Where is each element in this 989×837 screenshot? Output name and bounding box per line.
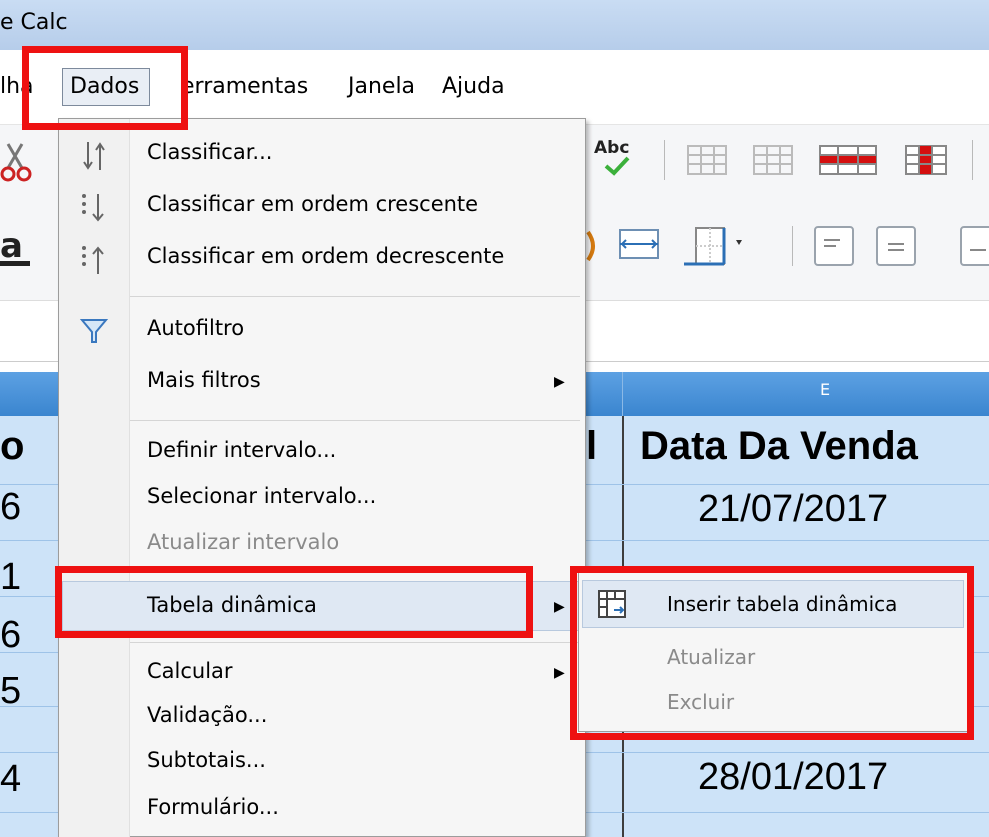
menu-item-calcular[interactable]: Calcular: [147, 659, 233, 683]
cell-left-value[interactable]: 1: [0, 556, 21, 599]
menu-item-validacao[interactable]: Validação...: [147, 703, 267, 727]
menu-janela[interactable]: Janela: [348, 74, 415, 99]
cell-left-value[interactable]: 4: [0, 758, 21, 801]
menu-item-classificar-decrescente[interactable]: Classificar em ordem decrescente: [147, 244, 504, 268]
cell-left-value[interactable]: 6: [0, 614, 21, 657]
menu-item-subtotais[interactable]: Subtotais...: [147, 748, 266, 772]
submenu-arrow-icon: ▶: [554, 374, 565, 390]
insert-rows-icon[interactable]: [686, 140, 730, 180]
column-divider: [622, 372, 623, 416]
annotation-box-submenu: [570, 566, 974, 740]
menu-item-formulario[interactable]: Formulário...: [147, 795, 279, 819]
toolbar-separator: [664, 140, 665, 180]
brush-icon[interactable]: [586, 226, 600, 266]
cell-left-value[interactable]: 6: [0, 486, 21, 529]
title-bar: e Calc: [0, 0, 989, 50]
delete-rows-icon[interactable]: [818, 140, 884, 180]
menu-ajuda[interactable]: Ajuda: [442, 74, 505, 99]
submenu-arrow-icon: ▶: [554, 665, 565, 681]
cell-header-data-da-venda[interactable]: Data Da Venda: [640, 424, 918, 469]
cell-date[interactable]: 21/07/2017: [698, 488, 888, 531]
spellcheck-label: Abc: [594, 138, 630, 158]
cell-partial-sep: l: [586, 424, 598, 468]
insert-columns-icon[interactable]: [752, 140, 796, 180]
menu-item-atualizar-intervalo: Atualizar intervalo: [147, 530, 340, 554]
borders-icon[interactable]: [682, 226, 744, 268]
annotation-box-dados: [22, 46, 188, 130]
toolbar-separator: [972, 140, 973, 180]
annotation-box-tabela-dinamica: [55, 566, 533, 638]
cell-left-value[interactable]: 5: [0, 670, 21, 713]
align-left-icon[interactable]: [814, 226, 854, 266]
filter-icon: [78, 312, 112, 348]
dados-menu: [58, 118, 586, 837]
svg-text:a: a: [0, 226, 23, 266]
menu-item-mais-filtros[interactable]: Mais filtros: [147, 368, 261, 392]
menu-item-autofiltro[interactable]: Autofiltro: [147, 316, 244, 340]
sort-icon: [78, 138, 112, 174]
cell-date[interactable]: 28/01/2017: [698, 756, 888, 799]
cell-partial-header[interactable]: o: [0, 424, 24, 469]
cut-icon[interactable]: [0, 138, 40, 188]
menu-separator: [130, 420, 580, 421]
sort-descending-icon: [78, 242, 112, 278]
font-color-icon[interactable]: a: [0, 225, 40, 270]
column-header-e[interactable]: E: [820, 380, 830, 399]
menu-ferramentas[interactable]: erramentas: [181, 74, 308, 99]
spellcheck-icon[interactable]: Abc: [592, 138, 638, 180]
window-title: e Calc: [0, 10, 68, 35]
menu-item-definir-intervalo[interactable]: Definir intervalo...: [147, 438, 336, 462]
submenu-arrow-icon: ▶: [554, 599, 565, 615]
menu-icon-gutter: [59, 119, 130, 837]
menu-item-classificar[interactable]: Classificar...: [147, 140, 272, 164]
sort-ascending-icon: [78, 190, 112, 226]
merge-cells-icon[interactable]: [618, 228, 662, 262]
toolbar-separator: [792, 226, 793, 266]
align-right-icon[interactable]: [960, 226, 989, 266]
menu-separator: [130, 296, 580, 297]
menu-item-selecionar-intervalo[interactable]: Selecionar intervalo...: [147, 484, 376, 508]
menu-item-classificar-crescente[interactable]: Classificar em ordem crescente: [147, 192, 478, 216]
align-center-icon[interactable]: [876, 226, 916, 266]
delete-columns-icon[interactable]: [904, 140, 954, 180]
menu-separator: [130, 642, 580, 643]
